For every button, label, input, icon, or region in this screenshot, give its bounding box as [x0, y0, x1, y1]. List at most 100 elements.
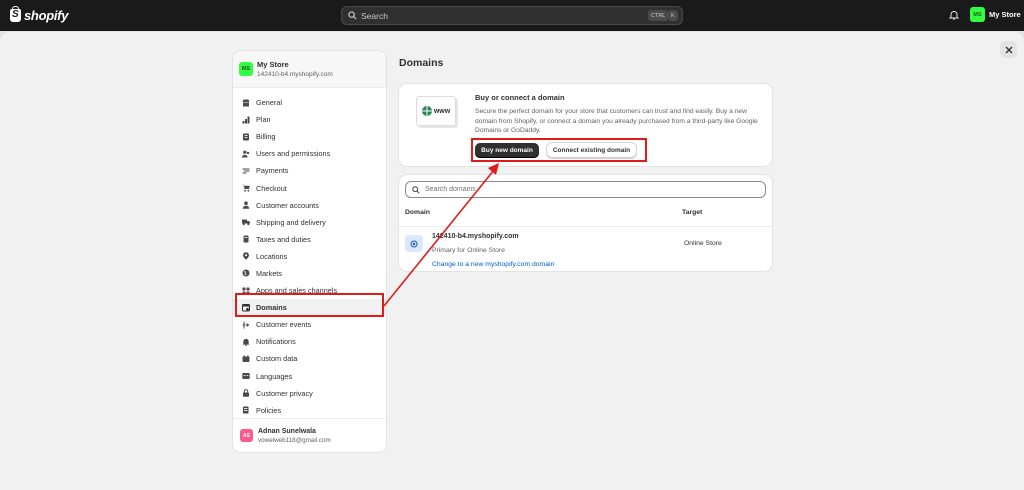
column-header-domain: Domain	[405, 209, 430, 216]
sidebar-item-checkout[interactable]: Checkout	[233, 179, 386, 196]
sidebar-item-label: Notifications	[256, 337, 296, 347]
close-icon	[1005, 46, 1012, 53]
domain-icon	[405, 235, 423, 252]
sidebar-item-label: Languages	[256, 371, 293, 381]
domains-table-header	[399, 205, 772, 227]
sidebar-item-policies[interactable]: Policies	[233, 402, 386, 419]
store-icon	[242, 99, 250, 107]
kbd-ctrl: CTRL	[648, 10, 669, 21]
person-icon	[242, 201, 250, 209]
database-icon	[242, 355, 250, 363]
sidebar-item-markets[interactable]: Markets	[233, 265, 386, 282]
sidebar-item-label: Policies	[256, 405, 282, 415]
logo-text: shopify	[24, 8, 69, 23]
sidebar-item-label: Taxes and duties	[256, 234, 311, 244]
sidebar-item-payments[interactable]: Payments	[233, 162, 386, 179]
search-icon	[412, 185, 420, 194]
store-menu[interactable]: MS My Store	[970, 7, 1021, 22]
sidebar-item-notifications[interactable]: Notifications	[233, 333, 386, 350]
store-avatar: MS	[970, 7, 985, 22]
close-settings-button[interactable]	[1000, 41, 1017, 58]
globe-icon	[421, 106, 432, 116]
sidebar-item-custom-data[interactable]: Custom data	[233, 350, 386, 367]
connect-existing-domain-button[interactable]: Connect existing domain	[547, 143, 636, 158]
sidebar-item-general[interactable]: General	[233, 94, 386, 111]
sidebar-item-label: Payments	[256, 166, 289, 176]
store-menu-label: My Store	[989, 10, 1021, 19]
sidebar-item-apps-and-sales-channels[interactable]: Apps and sales channels	[233, 282, 386, 299]
page-title: Domains	[399, 57, 444, 69]
www-illustration-text: www	[433, 107, 451, 115]
shopify-logo[interactable]: shopify	[10, 6, 69, 24]
top-bar: shopify Search CTRL K MS My Store	[0, 0, 1024, 31]
sidebar-item-label: Customer privacy	[256, 388, 313, 398]
user-name: Adnan Sunelwala	[258, 427, 316, 435]
user-profile[interactable]: AS Adnan Sunelwala vowelweb118@gmail.com	[233, 418, 386, 452]
sidebar-item-label: Users and permissions	[256, 149, 331, 159]
sidebar-item-customer-events[interactable]: Customer events	[233, 316, 386, 333]
sidebar-item-label: General	[256, 98, 282, 108]
taxes-icon	[242, 235, 250, 243]
chart-icon	[242, 116, 250, 124]
sidebar-store-header[interactable]: MS My Store 142410-b4.myshopify.com	[233, 51, 386, 88]
domain-name: 142410-b4.myshopify.com	[432, 233, 519, 240]
domain-primary-label: Primary for Online Store	[432, 247, 505, 254]
settings-nav: General Plan Billing Users and permissio…	[233, 88, 386, 419]
sidebar-item-users-and-permissions[interactable]: Users and permissions	[233, 145, 386, 162]
payments-icon	[242, 167, 250, 175]
language-icon	[242, 372, 250, 380]
change-myshopify-domain-link[interactable]: Change to a new myshopify.com domain	[432, 261, 554, 268]
bell-icon	[242, 338, 250, 346]
billing-icon	[242, 133, 250, 141]
user-email: vowelweb118@gmail.com	[258, 436, 331, 444]
events-icon	[242, 321, 250, 329]
global-search[interactable]: Search CTRL K	[341, 6, 683, 25]
policy-icon	[242, 406, 250, 414]
sidebar-item-label: Locations	[256, 251, 288, 261]
user-avatar: AS	[240, 429, 253, 442]
sidebar-item-label: Markets	[256, 268, 282, 278]
sidebar-item-label: Checkout	[256, 183, 287, 193]
sidebar-item-languages[interactable]: Languages	[233, 368, 386, 385]
sidebar-item-label: Plan	[256, 115, 271, 125]
buy-new-domain-button[interactable]: Buy new domain	[475, 143, 539, 158]
sidebar-item-domains[interactable]: Domains	[233, 299, 386, 317]
sidebar-item-taxes-and-duties[interactable]: Taxes and duties	[233, 231, 386, 248]
search-icon	[348, 11, 357, 20]
sidebar-item-label: Billing	[256, 132, 276, 142]
sidebar-item-billing[interactable]: Billing	[233, 128, 386, 145]
sidebar-store-avatar: MS	[239, 62, 253, 76]
globe-icon	[242, 269, 250, 277]
users-icon	[242, 150, 250, 158]
sidebar-item-customer-privacy[interactable]: Customer privacy	[233, 385, 386, 402]
sidebar-item-label: Custom data	[256, 354, 298, 364]
lock-icon	[242, 389, 250, 397]
domain-search-input[interactable]	[425, 186, 725, 193]
sidebar-item-customer-accounts[interactable]: Customer accounts	[233, 197, 386, 214]
sidebar-store-url: 142410-b4.myshopify.com	[257, 71, 333, 78]
sidebar-store-name: My Store	[257, 60, 289, 69]
sidebar-item-label: Customer events	[256, 320, 312, 330]
sidebar-item-shipping-and-delivery[interactable]: Shipping and delivery	[233, 214, 386, 231]
sidebar-item-label: Shipping and delivery	[256, 217, 326, 227]
buy-card-description: Secure the perfect domain for your store…	[475, 108, 758, 134]
sidebar-item-label: Customer accounts	[256, 200, 319, 210]
domain-search-field[interactable]	[405, 181, 766, 198]
truck-icon	[242, 218, 250, 226]
domains-icon	[242, 303, 250, 312]
notifications-bell-icon[interactable]	[949, 10, 959, 20]
column-header-target: Target	[682, 209, 703, 216]
apps-icon	[242, 287, 250, 295]
www-illustration: www	[416, 96, 456, 126]
shopify-bag-icon	[10, 6, 21, 22]
cart-icon	[242, 184, 250, 192]
global-search-placeholder: Search	[361, 10, 388, 21]
kbd-k: K	[668, 10, 678, 21]
settings-sidebar: MS My Store 142410-b4.myshopify.com Gene…	[233, 51, 386, 452]
buy-card-title: Buy or connect a domain	[475, 93, 565, 102]
sidebar-item-label: Domains	[256, 303, 287, 313]
sidebar-item-plan[interactable]: Plan	[233, 111, 386, 128]
location-icon	[242, 252, 250, 261]
sidebar-item-locations[interactable]: Locations	[233, 248, 386, 265]
sidebar-item-label: Apps and sales channels	[256, 286, 338, 296]
